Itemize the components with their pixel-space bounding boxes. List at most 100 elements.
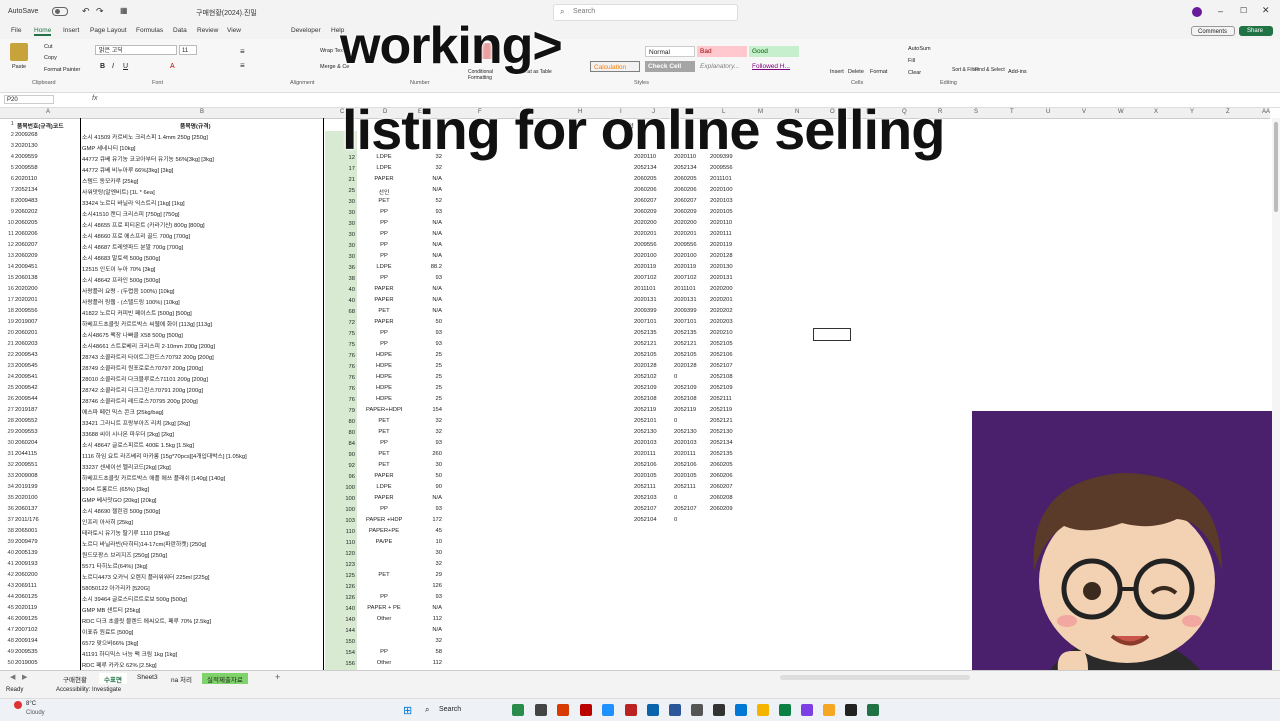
cell-material[interactable]: PP [366, 440, 402, 446]
menu-home[interactable]: Home [34, 27, 52, 36]
cell-code-k[interactable]: 2060205 [634, 176, 657, 182]
cell-quantity[interactable]: 150 [325, 637, 357, 648]
format-cells-button[interactable]: Format [870, 69, 887, 75]
maximize-icon[interactable]: ☐ [1240, 6, 1247, 15]
cell-code[interactable]: 2009553 [15, 429, 38, 435]
cell-code[interactable]: 2020200 [15, 286, 38, 292]
cell-code-k[interactable]: 2020105 [634, 473, 657, 479]
cell-code-k[interactable]: 2020111 [634, 451, 656, 457]
cell-code-l[interactable]: 2052134 [674, 165, 697, 171]
autosum-button[interactable]: AutoSum [908, 46, 931, 52]
cell-item-name[interactable]: 44772 큐베 유기농 코코아부터 유기농 56%[3kg] [3kg] [82, 154, 320, 163]
menu-developer[interactable]: Developer [291, 27, 321, 34]
column-header[interactable]: AA [1262, 109, 1270, 115]
cell-item-name[interactable]: 33421 그라니트 프랑부아즈 리치 [2kg] [2kg] [82, 418, 320, 427]
cell-code[interactable]: 2009451 [15, 264, 38, 270]
app-icon[interactable] [823, 704, 835, 716]
cell-weight[interactable]: N/A [420, 308, 442, 314]
cell-code-l[interactable]: 2052121 [674, 341, 697, 347]
underline-icon[interactable]: U [123, 63, 128, 70]
search-box[interactable]: ⌕ Search [553, 4, 738, 21]
cell-quantity[interactable]: 36 [325, 263, 357, 274]
column-header[interactable]: T [1010, 109, 1014, 115]
cell-item-name[interactable]: GMP 베사맛GO [20kg] [20kg] [82, 495, 320, 504]
cell-item-name[interactable]: 이표쥬 원료트 [500g] [82, 627, 320, 636]
column-header[interactable]: V [1082, 109, 1086, 115]
menu-insert[interactable]: Insert [63, 27, 79, 34]
name-box[interactable]: P20 [4, 95, 54, 104]
cell-quantity[interactable]: 120 [325, 549, 357, 560]
cell-quantity[interactable]: 38 [325, 274, 357, 285]
taskbar-search-label[interactable]: Search [439, 706, 461, 713]
cell-item-name[interactable]: 1116 하임 요트 라즈베리 마카롱 [15g*70pcs][4개입대박스] … [82, 451, 320, 460]
align-left-icon[interactable]: ≡ [240, 61, 245, 70]
cell-weight[interactable]: 32 [420, 418, 442, 424]
cell-code[interactable]: 2019199 [15, 484, 38, 490]
cell-material[interactable]: 선인 [366, 187, 402, 196]
cell-material[interactable]: PP [366, 506, 402, 512]
cell-item-name[interactable]: 6572 맞으비66% [3kg] [82, 638, 320, 647]
cell-item-name[interactable]: RDC 페루 카카오 62% [2.5kg] [82, 660, 320, 669]
cell-code-m[interactable]: 2052109 [710, 385, 733, 391]
tab-sheet-3[interactable]: Sheet3 [132, 673, 163, 682]
cell-item-name[interactable]: 41191 하디믹스 너능 팩 크림 1kg [1kg] [82, 649, 320, 658]
cell-code-l[interactable]: 2009556 [674, 242, 697, 248]
cell-quantity[interactable]: 40 [325, 285, 357, 296]
cell-code[interactable]: 2060205 [15, 220, 38, 226]
cell-item-name[interactable]: 41822 노르디 커피빈 페이스트 [500g] [500g] [82, 308, 320, 317]
cell-weight[interactable]: N/A [420, 176, 442, 182]
cell-weight[interactable]: 50 [420, 319, 442, 325]
cell-code[interactable]: 2009543 [15, 352, 38, 358]
cell-weight[interactable]: 154 [420, 407, 442, 413]
cell-weight[interactable]: N/A [420, 231, 442, 237]
cell-code-m[interactable]: 2060205 [710, 462, 733, 468]
cell-material[interactable]: PP [366, 253, 402, 259]
cell-material[interactable]: PP [366, 594, 402, 600]
cell-weight[interactable]: 90 [420, 484, 442, 490]
cell-code-m[interactable]: 2020130 [710, 264, 733, 270]
font-size-select[interactable]: 11 [179, 45, 197, 55]
cell-item-name[interactable]: 33424 노르디 바닐라 익스트리 [1kg] [1kg] [82, 198, 320, 207]
cell-weight[interactable]: N/A [420, 627, 442, 633]
align-top-icon[interactable]: ≡ [240, 47, 245, 56]
cell-weight[interactable]: 30 [420, 550, 442, 556]
cell-item-name[interactable]: 원드모팡스 브리지즈 [250g] [250g] [82, 550, 320, 559]
cell-code-k[interactable]: 2009399 [634, 308, 657, 314]
cell-code-k[interactable]: 2011101 [634, 286, 656, 292]
cell-item-name[interactable]: 소시48661 스트로베리 크리스피 2-10mm 200g [200g] [82, 341, 320, 350]
app-icon[interactable] [647, 704, 659, 716]
cell-quantity[interactable]: 80 [325, 417, 357, 428]
cell-material[interactable]: PAPER +HDPE [366, 517, 402, 523]
header-cell-c[interactable]: 품목명(규격) [180, 121, 211, 130]
cell-weight[interactable]: N/A [420, 220, 442, 226]
cell-item-name[interactable]: 28742 소콜라트리 디크그린스70791 200g [200g] [82, 385, 320, 394]
cell-quantity[interactable]: 156 [325, 659, 357, 670]
add-sheet-icon[interactable]: + [275, 672, 280, 682]
cell-code-m[interactable]: 2052121 [710, 418, 733, 424]
cell-weight[interactable]: N/A [420, 242, 442, 248]
column-header[interactable]: U [1046, 109, 1050, 115]
cell-item-name[interactable]: 소시 48660 프로 에스프리 골드 700g [700g] [82, 231, 320, 240]
cell-code[interactable]: 2019005 [15, 660, 38, 666]
cell-code-l[interactable]: 2052108 [674, 396, 697, 402]
column-header[interactable]: S [974, 109, 978, 115]
cell-code[interactable]: 2020201 [15, 297, 38, 303]
cell-code-l[interactable]: 2052130 [674, 429, 697, 435]
cell-item-name[interactable]: 노르디 바닐라빈(타히티)14-17cm(파란하켓) [250g] [82, 539, 320, 548]
column-header[interactable]: X [1154, 109, 1158, 115]
minimize-icon[interactable]: – [1218, 6, 1223, 16]
cell-material[interactable]: PAPER+PE [366, 528, 402, 534]
cell-code-m[interactable]: 2020128 [710, 253, 733, 259]
cell-material[interactable]: PAPER [366, 319, 402, 325]
cell-code[interactable]: 2044115 [15, 451, 37, 457]
cell-code-k[interactable]: 2052121 [634, 341, 657, 347]
cell-material[interactable]: PAPER [366, 176, 402, 182]
cell-code[interactable]: 2060204 [15, 440, 38, 446]
cell-item-name[interactable]: 소시 48687 트레엣파드 분말 700g [700g] [82, 242, 320, 251]
cell-material[interactable]: PAPER + PE [366, 605, 402, 611]
bold-icon[interactable]: B [100, 63, 105, 70]
cell-item-name[interactable]: 5571 타히노르(64%) [3kg] [82, 561, 320, 570]
menu-review[interactable]: Review [197, 27, 218, 34]
cell-item-name[interactable]: 44772 큐베 비누아루 66%[3kg] [3kg] [82, 165, 320, 174]
format-painter-button[interactable]: Format Painter [44, 67, 80, 73]
